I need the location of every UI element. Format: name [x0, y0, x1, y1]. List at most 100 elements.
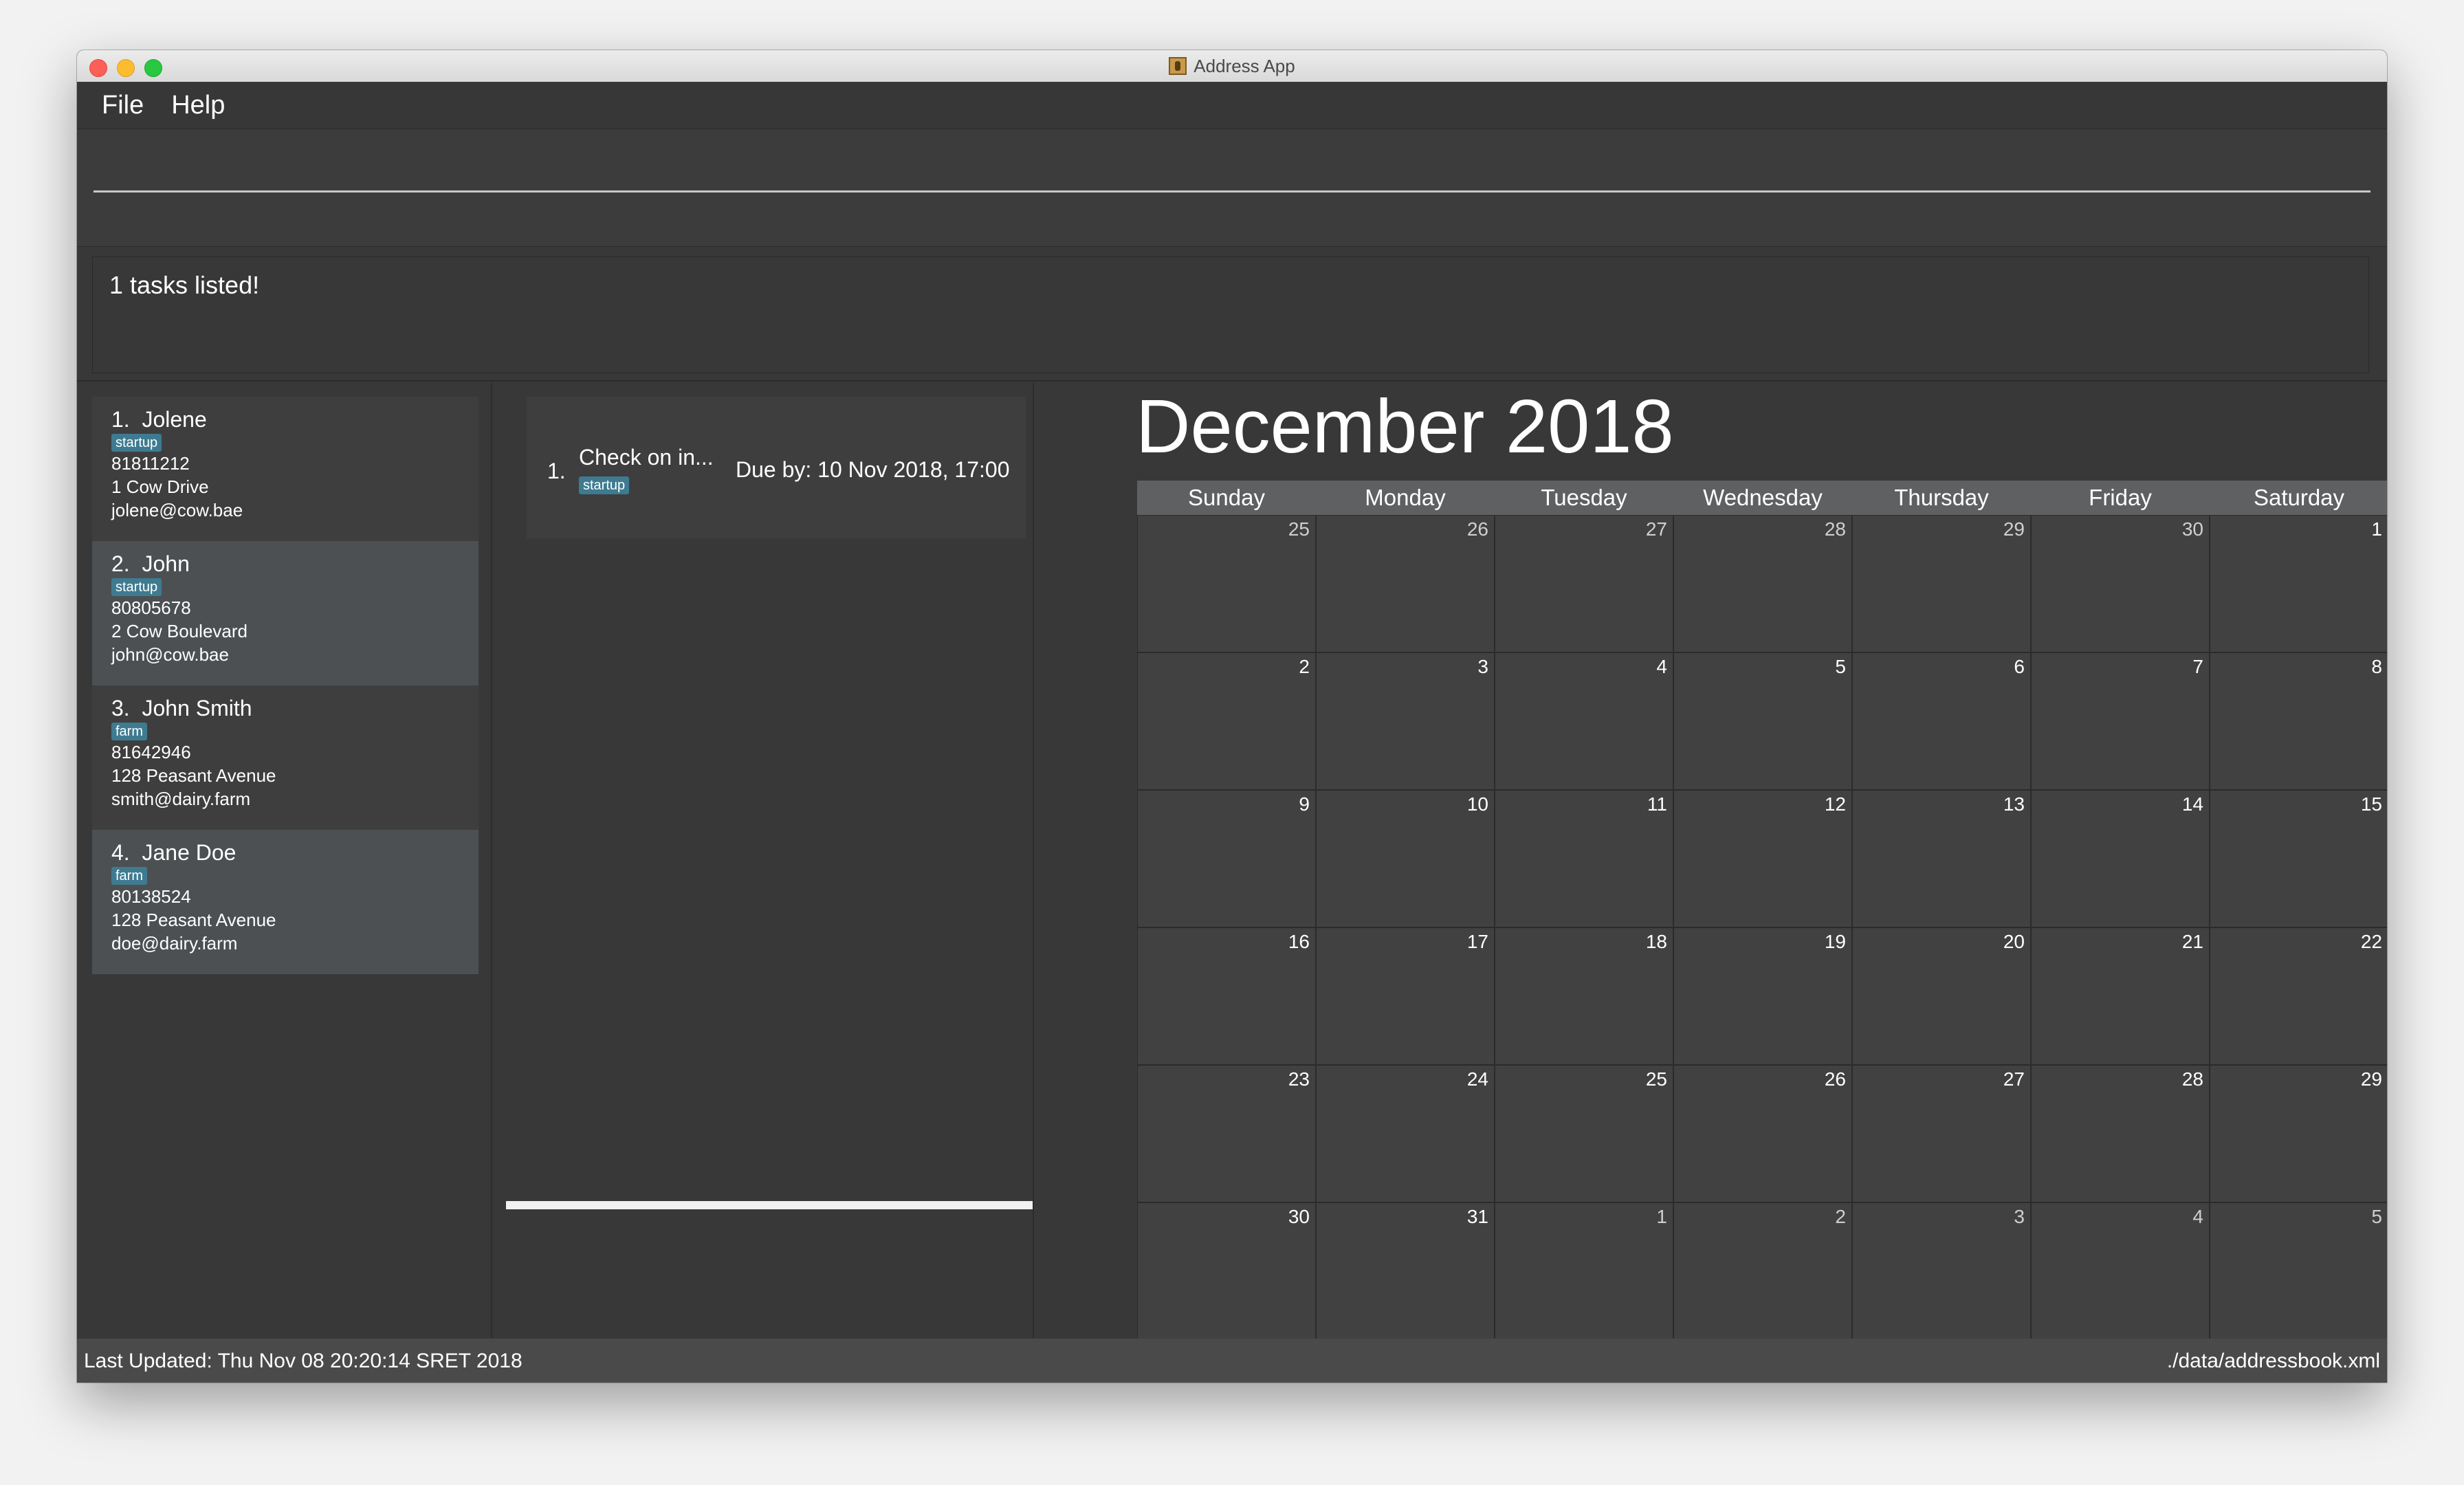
command-box[interactable] [94, 138, 2373, 192]
command-input[interactable] [94, 138, 2373, 192]
menu-file[interactable]: File [102, 91, 144, 120]
person-phone: 80138524 [111, 886, 191, 907]
weekday-label: Friday [2089, 485, 2152, 510]
calendar-day[interactable]: 29 [2210, 1066, 2387, 1203]
calendar-day[interactable]: 18 [1495, 928, 1674, 1066]
task-list-panel: 1. Check on in... startup Due by: 10 Nov… [492, 383, 1033, 1383]
calendar-day[interactable]: 3 [1853, 1203, 2032, 1341]
person-name: 2. John [111, 551, 190, 576]
address-book-icon [1169, 57, 1187, 75]
calendar-day[interactable]: 4 [1495, 653, 1674, 791]
task-due-date: Due by: 10 Nov 2018, 17:00 [736, 457, 1010, 482]
calendar-day[interactable]: 28 [2032, 1066, 2210, 1203]
calendar-day[interactable]: 4 [2032, 1203, 2210, 1341]
calendar-day[interactable]: 8 [2210, 653, 2387, 791]
calendar-day[interactable]: 12 [1674, 791, 1853, 928]
calendar-day[interactable]: 5 [2210, 1203, 2387, 1341]
calendar-weekday-header: Sunday Monday Tuesday Wednesday Thursday… [1137, 481, 2387, 515]
calendar-day[interactable]: 2 [1138, 653, 1317, 791]
calendar-day[interactable]: 2 [1674, 1203, 1853, 1341]
weekday-label: Saturday [2253, 485, 2345, 510]
status-bar: Last Updated: Thu Nov 08 20:20:14 SRET 2… [77, 1339, 2387, 1383]
calendar-day[interactable]: 1 [2210, 516, 2387, 653]
calendar-day[interactable]: 24 [1317, 1066, 1495, 1203]
person-email: john@cow.bae [111, 644, 229, 665]
calendar-day[interactable]: 9 [1138, 791, 1317, 928]
calendar-day[interactable]: 6 [1853, 653, 2032, 791]
divider [77, 380, 2387, 382]
person-email: doe@dairy.farm [111, 933, 238, 954]
command-area [77, 129, 2387, 247]
task-description: Check on in... [579, 445, 714, 470]
calendar-day[interactable]: 11 [1495, 791, 1674, 928]
person-phone: 80805678 [111, 597, 191, 618]
calendar-day[interactable]: 17 [1317, 928, 1495, 1066]
weekday-label: Monday [1365, 485, 1446, 510]
calendar-day[interactable]: 14 [2032, 791, 2210, 928]
calendar-day[interactable]: 5 [1674, 653, 1853, 791]
calendar-day[interactable]: 21 [2032, 928, 2210, 1066]
calendar-day[interactable]: 31 [1317, 1203, 1495, 1341]
calendar-day[interactable]: 15 [2210, 791, 2387, 928]
calendar-day[interactable]: 25 [1495, 1066, 1674, 1203]
calendar-day[interactable]: 3 [1317, 653, 1495, 791]
person-tag: farm [111, 723, 147, 740]
calendar-day[interactable]: 27 [1853, 1066, 2032, 1203]
calendar-day[interactable]: 19 [1674, 928, 1853, 1066]
weekday-label: Thursday [1894, 485, 1989, 510]
person-name: 1. Jolene [111, 407, 207, 432]
last-updated-status: Last Updated: Thu Nov 08 20:20:14 SRET 2… [84, 1350, 522, 1372]
save-location-status: ./data/addressbook.xml [2166, 1350, 2380, 1372]
person-tag: startup [111, 578, 162, 596]
task-tag: startup [579, 476, 630, 494]
calendar-month-title: December 2018 [1136, 384, 1674, 469]
calendar-day[interactable]: 28 [1674, 516, 1853, 653]
result-message: 1 tasks listed! [109, 271, 260, 299]
calendar-day[interactable]: 30 [2032, 516, 2210, 653]
person-card[interactable]: 2. John startup 80805678 2 Cow Boulevard… [92, 541, 478, 685]
person-card[interactable]: 4. Jane Doe farm 80138524 128 Peasant Av… [92, 830, 478, 974]
calendar-day[interactable]: 1 [1495, 1203, 1674, 1341]
calendar-day[interactable]: 27 [1495, 516, 1674, 653]
calendar-day[interactable]: 29 [1853, 516, 2032, 653]
calendar-day[interactable]: 20 [1853, 928, 2032, 1066]
person-email: jolene@cow.bae [111, 500, 243, 520]
person-address: 1 Cow Drive [111, 476, 209, 497]
weekday-label: Tuesday [1541, 485, 1627, 510]
person-tag: startup [111, 434, 162, 452]
app-window: Address App File Help 1 tasks listed! 1.… [77, 50, 2387, 1383]
calendar-day[interactable]: 26 [1674, 1066, 1853, 1203]
person-address: 2 Cow Boulevard [111, 621, 248, 641]
calendar-day[interactable]: 13 [1853, 791, 2032, 928]
result-display: 1 tasks listed! [92, 256, 2369, 373]
calendar-day[interactable]: 30 [1138, 1203, 1317, 1341]
person-tag: farm [111, 867, 147, 885]
menu-help[interactable]: Help [171, 91, 225, 120]
calendar-day[interactable]: 7 [2032, 653, 2210, 791]
person-card[interactable]: 3. John Smith farm 81642946 128 Peasant … [92, 685, 478, 830]
person-name: 3. John Smith [111, 696, 252, 720]
weekday-label: Sunday [1188, 485, 1265, 510]
task-card[interactable]: 1. Check on in... startup Due by: 10 Nov… [527, 397, 1026, 538]
calendar-day[interactable]: 22 [2210, 928, 2387, 1066]
calendar-day[interactable]: 26 [1317, 516, 1495, 653]
person-address: 128 Peasant Avenue [111, 910, 276, 930]
person-email: smith@dairy.farm [111, 789, 251, 809]
calendar-day[interactable]: 25 [1138, 516, 1317, 653]
person-phone: 81642946 [111, 742, 191, 762]
person-name: 4. Jane Doe [111, 840, 236, 865]
person-list-panel: 1. Jolene startup 81811212 1 Cow Drive j… [77, 383, 491, 1383]
calendar-day[interactable]: 23 [1138, 1066, 1317, 1203]
person-card[interactable]: 1. Jolene startup 81811212 1 Cow Drive j… [92, 397, 478, 541]
title-bar: Address App [77, 50, 2387, 82]
window-title: Address App [77, 50, 2387, 82]
calendar-day[interactable]: 16 [1138, 928, 1317, 1066]
weekday-label: Wednesday [1703, 485, 1823, 510]
horizontal-scrollbar[interactable] [506, 1201, 1033, 1209]
calendar-days: 25 26 27 28 29 30 1 2 3 4 5 6 7 8 9 10 1… [1137, 515, 2387, 1341]
person-phone: 81811212 [111, 453, 190, 474]
calendar-day[interactable]: 10 [1317, 791, 1495, 928]
person-address: 128 Peasant Avenue [111, 765, 276, 786]
calendar-grid: Sunday Monday Tuesday Wednesday Thursday… [1137, 481, 2387, 1341]
menu-bar: File Help [77, 82, 2387, 129]
